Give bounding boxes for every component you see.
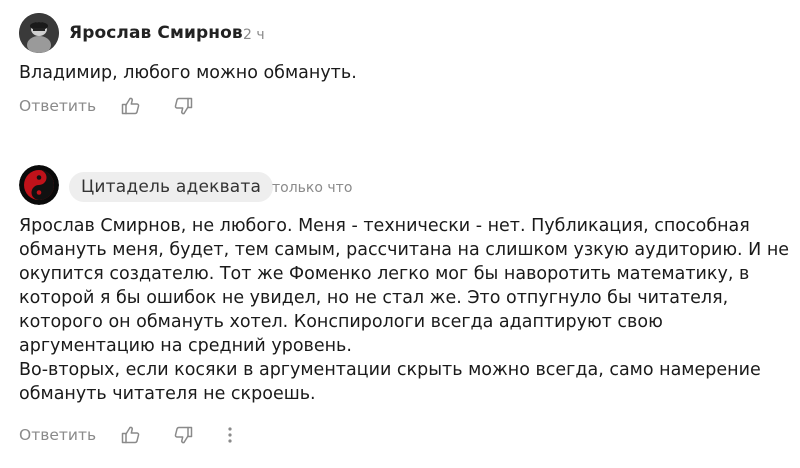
comment-text: Владимир, любого можно обмануть. [19, 61, 789, 85]
author-badge[interactable]: Цитадель адеквата [69, 172, 274, 202]
reply-button[interactable]: Ответить [19, 97, 96, 115]
avatar[interactable] [19, 165, 59, 205]
author-name[interactable]: Ярослав Смирнов [69, 23, 243, 43]
thumbs-up-icon[interactable] [120, 95, 142, 117]
comment-text-line: Ярослав Смирнов, не любого. Меня - техни… [19, 216, 750, 236]
comment-text-line: аргументацию на средний уровень. [19, 336, 352, 356]
comment-text-line: окупится создателю. Тот же Фоменко легко… [19, 264, 750, 284]
reply-button[interactable]: Ответить [19, 426, 96, 444]
thumbs-up-icon[interactable] [120, 424, 142, 446]
comment-time: только что [272, 180, 353, 196]
comment-text-line: Владимир, любого можно обмануть. [19, 63, 357, 83]
avatar[interactable] [19, 13, 59, 53]
thumbs-down-icon[interactable] [172, 424, 194, 446]
comment-text-line: Во-вторых, если косяки в аргументации ск… [19, 360, 761, 380]
comment-text-line: которого он обмануть хотел. Конспирологи… [19, 312, 663, 332]
comment-time: 2 ч [243, 27, 265, 43]
comment-text-line: которой я бы ошибок не увидел, но не ста… [19, 288, 729, 308]
thumbs-down-icon[interactable] [172, 95, 194, 117]
comment-text-line: обмануть меня, будет, тем самым, рассчит… [19, 240, 790, 260]
more-vertical-icon[interactable] [219, 424, 241, 446]
comment-text-line: обмануть читателя не скроешь. [19, 384, 316, 404]
author-name[interactable]: Цитадель адеквата [81, 177, 261, 197]
comment-text: Ярослав Смирнов, не любого. Меня - техни… [19, 214, 789, 406]
